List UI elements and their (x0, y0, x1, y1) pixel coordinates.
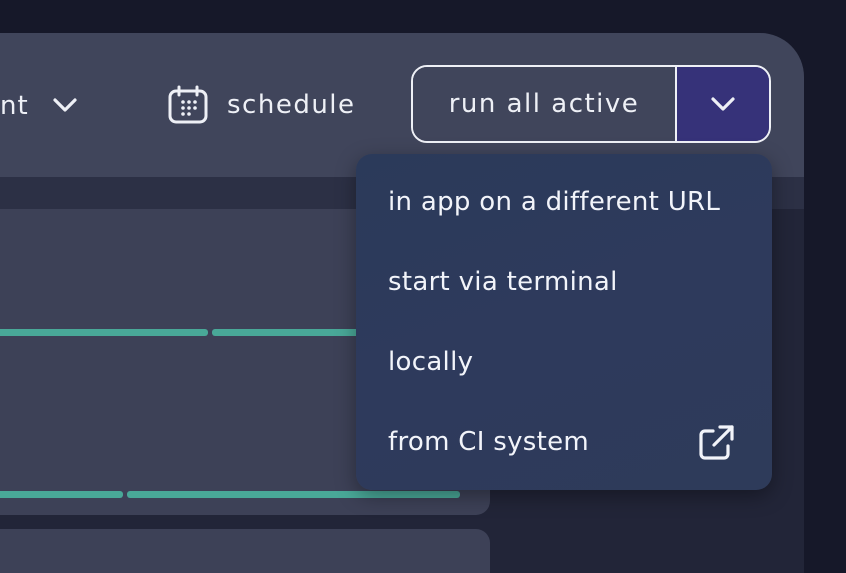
progress-bar-segment (0, 329, 208, 336)
run-options-menu: in app on a different URL start via term… (356, 154, 772, 490)
run-split-button: run all active (411, 65, 771, 143)
run-options-toggle[interactable] (677, 67, 769, 141)
progress-bar-segment (127, 491, 460, 498)
list-item[interactable] (0, 529, 490, 573)
run-all-active-button[interactable]: run all active (413, 67, 675, 141)
menu-item-label: start via terminal (388, 267, 618, 297)
schedule-label: schedule (227, 90, 356, 120)
menu-item-label: in app on a different URL (388, 187, 721, 217)
menu-item-label: locally (388, 347, 474, 377)
menu-item-different-url[interactable]: in app on a different URL (356, 162, 772, 242)
chevron-down-icon (711, 97, 735, 111)
external-link-icon (699, 425, 734, 460)
chevron-down-icon[interactable] (52, 96, 78, 114)
menu-item-locally[interactable]: locally (356, 322, 772, 402)
calendar-icon (168, 85, 208, 124)
menu-item-terminal[interactable]: start via terminal (356, 242, 772, 322)
environment-selector-label[interactable]: nt (0, 89, 29, 123)
progress-bar-segment (0, 491, 123, 498)
menu-item-ci-system[interactable]: from CI system (356, 402, 772, 482)
menu-item-label: from CI system (388, 427, 590, 457)
schedule-button[interactable]: schedule (167, 85, 356, 125)
